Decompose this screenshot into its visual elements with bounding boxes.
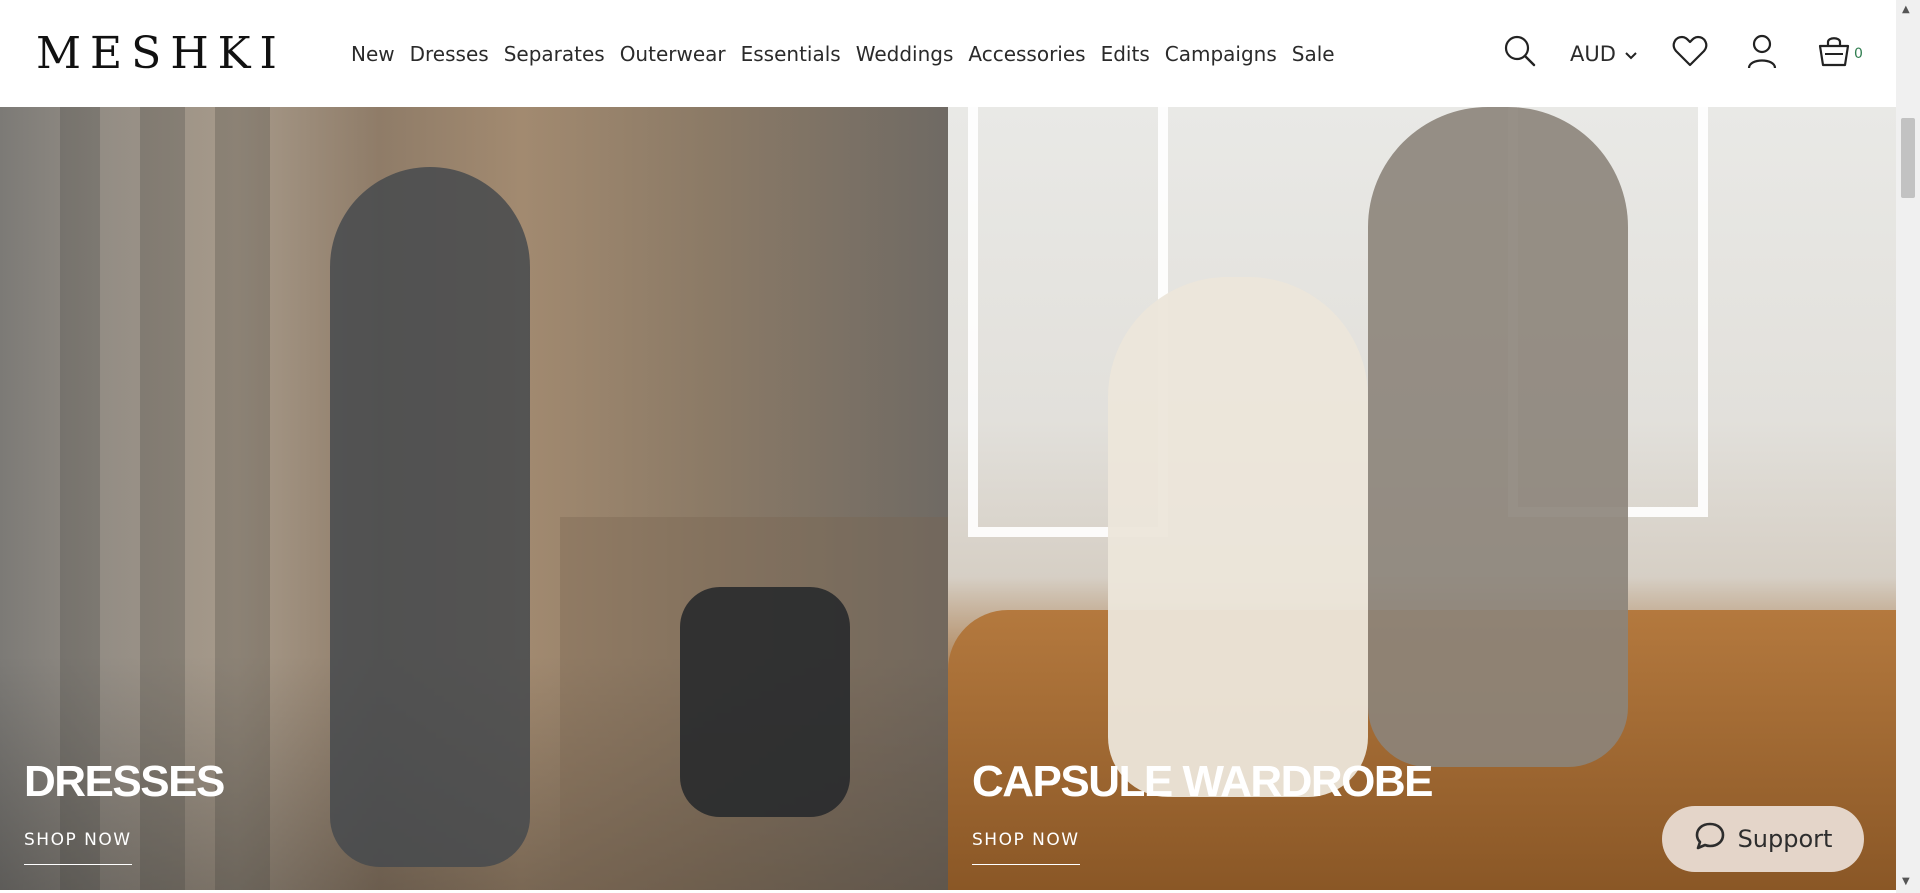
scrollbar-thumb[interactable] [1901,118,1915,198]
nav-item-accessories[interactable]: Accessories [968,42,1085,66]
currency-selector[interactable]: AUD [1570,42,1638,66]
nav-item-weddings[interactable]: Weddings [856,42,954,66]
scroll-down-icon[interactable]: ▼ [1902,876,1910,887]
model-figure [1108,277,1368,797]
chat-bubble-icon [1694,821,1726,857]
panel-title: DRESSES [24,757,225,806]
chevron-down-icon [1624,42,1638,66]
support-chat-button[interactable]: Support [1662,806,1864,872]
hero-section: DRESSES SHOP NOW CAPSULE WARDROBE SHOP N… [0,107,1896,890]
nav-item-sale[interactable]: Sale [1292,42,1335,66]
model-figure [330,167,530,867]
cart-count-badge: 0 [1854,46,1863,62]
page-scrollbar[interactable]: ▲ ▼ [1896,0,1920,893]
search-icon[interactable] [1503,34,1539,70]
panel-title: CAPSULE WARDROBE [972,757,1434,806]
clutch-bag [680,587,850,817]
nav-item-edits[interactable]: Edits [1101,42,1150,66]
currency-label: AUD [1570,42,1616,66]
cart-icon[interactable] [1817,34,1853,70]
main-nav: New Dresses Separates Outerwear Essentia… [351,42,1350,66]
nav-item-dresses[interactable]: Dresses [410,42,489,66]
shop-now-link[interactable]: SHOP NOW [24,830,132,865]
nav-item-outerwear[interactable]: Outerwear [620,42,726,66]
site-header: MESHKI New Dresses Separates Outerwear E… [0,0,1896,107]
nav-item-campaigns[interactable]: Campaigns [1165,42,1277,66]
nav-item-essentials[interactable]: Essentials [741,42,841,66]
nav-item-separates[interactable]: Separates [504,42,605,66]
hero-panel-capsule-wardrobe[interactable]: CAPSULE WARDROBE SHOP NOW [948,107,1896,890]
brand-logo[interactable]: MESHKI [36,30,286,78]
support-label: Support [1737,825,1833,853]
hero-panel-dresses[interactable]: DRESSES SHOP NOW [0,107,948,890]
shop-now-link[interactable]: SHOP NOW [972,830,1080,865]
nav-item-new[interactable]: New [351,42,395,66]
heart-icon[interactable] [1672,34,1708,70]
user-icon[interactable] [1746,34,1782,70]
scroll-up-icon[interactable]: ▲ [1902,4,1910,15]
model-figure [1368,107,1628,767]
